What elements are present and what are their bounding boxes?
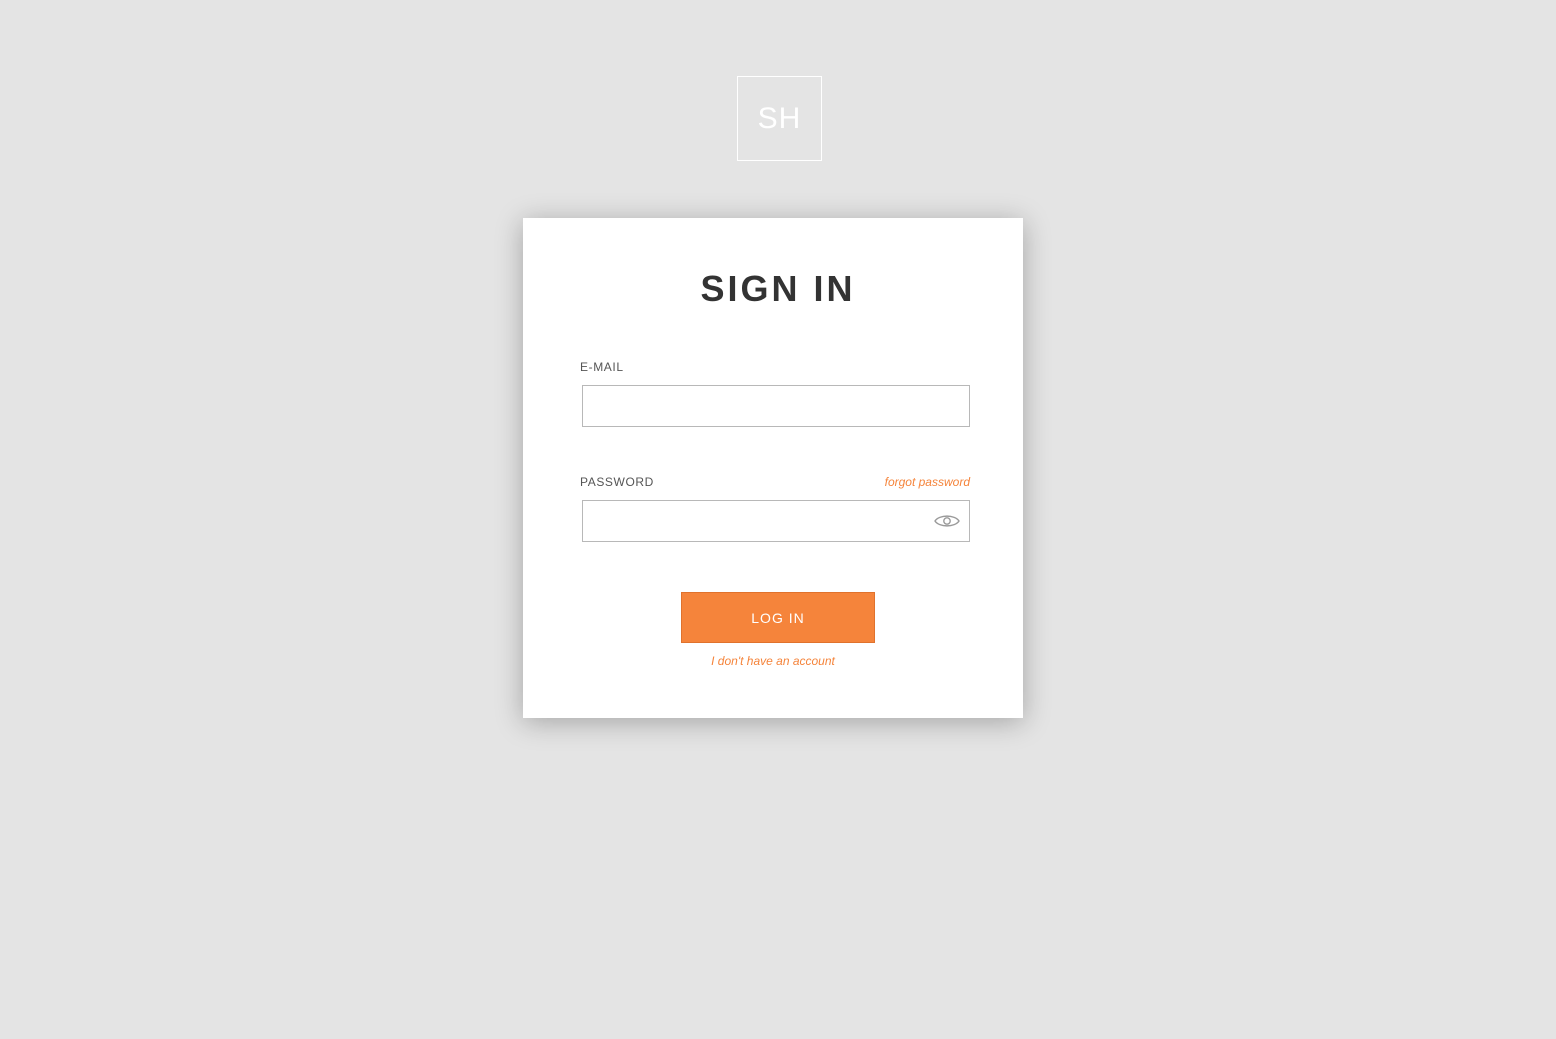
email-field[interactable] — [583, 386, 969, 426]
eye-icon[interactable] — [934, 513, 960, 529]
password-field-wrapper — [582, 500, 970, 542]
log-in-button[interactable]: LOG IN — [681, 592, 875, 643]
email-label: E-MAIL — [580, 360, 624, 374]
password-label: PASSWORD — [580, 475, 654, 489]
no-account-link[interactable]: I don't have an account — [523, 654, 1023, 668]
page-title: SIGN IN — [700, 268, 856, 309]
sign-in-card: SIGN IN E-MAIL PASSWORD forgot password … — [523, 218, 1023, 718]
password-field[interactable] — [583, 501, 969, 541]
email-field-wrapper — [582, 385, 970, 427]
forgot-password-link[interactable]: forgot password — [885, 475, 970, 489]
logo: SH — [737, 76, 822, 161]
